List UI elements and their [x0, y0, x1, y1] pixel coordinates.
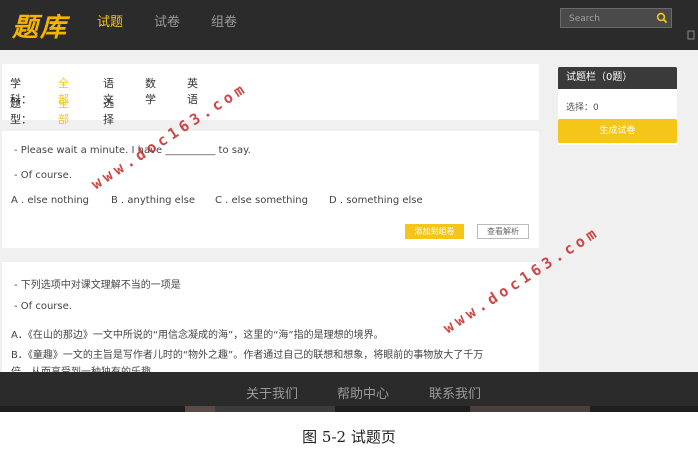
- answer-option-c[interactable]: C . else something: [215, 195, 308, 206]
- nav-item-papers[interactable]: 试卷: [154, 11, 180, 30]
- type-option-choice[interactable]: 选择: [103, 95, 114, 127]
- footer-strip: [0, 406, 698, 412]
- answer-option-b[interactable]: B . anything else: [111, 195, 195, 206]
- scroll-marker-icon: [687, 30, 695, 40]
- filter-panel: [2, 64, 539, 120]
- type-option-all[interactable]: 全部: [58, 95, 69, 127]
- selected-count: 选择：0: [566, 103, 599, 113]
- footer-link-about[interactable]: 关于我们: [246, 383, 298, 402]
- footer-decor: [470, 406, 590, 412]
- footer-decor: [215, 406, 335, 412]
- generate-paper-button[interactable]: 生成试卷: [558, 119, 677, 143]
- answer-option-a[interactable]: A . else nothing: [11, 195, 89, 206]
- nav-item-questions[interactable]: 试题: [97, 11, 123, 30]
- answer-option-d[interactable]: D . something else: [329, 195, 423, 206]
- footer-link-help[interactable]: 帮助中心: [337, 383, 389, 402]
- answer-option-b[interactable]: B．《童趣》一文的主旨是写作者儿时的“物外之趣”。作者通过自己的联想和想象，将眼…: [11, 346, 483, 361]
- answer-option-a[interactable]: A．《在山的那边》一文中所说的“用信念凝成的海”，这里的“海”指的是理想的境界。: [11, 326, 384, 341]
- subject-option-english[interactable]: 英语: [187, 75, 198, 107]
- question-reply: - Of course.: [14, 301, 72, 312]
- subject-option-math[interactable]: 数学: [145, 75, 156, 107]
- search-box: [560, 8, 672, 28]
- search-input[interactable]: [567, 11, 655, 27]
- top-nav-bar: 题库 试题 试卷 组卷: [0, 0, 698, 50]
- search-icon[interactable]: [656, 12, 668, 24]
- add-to-paper-button[interactable]: 添加到组卷: [405, 224, 464, 239]
- site-logo[interactable]: 题库: [12, 7, 68, 44]
- question-stem: - 下列选项中对课文理解不当的一项是: [14, 280, 181, 291]
- footer-decor: [185, 406, 215, 412]
- nav-item-compose[interactable]: 组卷: [211, 11, 237, 30]
- figure-caption: 图 5-2 试题页: [302, 428, 396, 446]
- view-analysis-button[interactable]: 查看解析: [477, 224, 529, 239]
- question-reply: - Of course.: [14, 170, 72, 181]
- type-label: 题型：: [10, 97, 32, 126]
- footer-link-contact[interactable]: 联系我们: [429, 383, 481, 402]
- question-basket-title: 试题栏（0题）: [558, 67, 677, 89]
